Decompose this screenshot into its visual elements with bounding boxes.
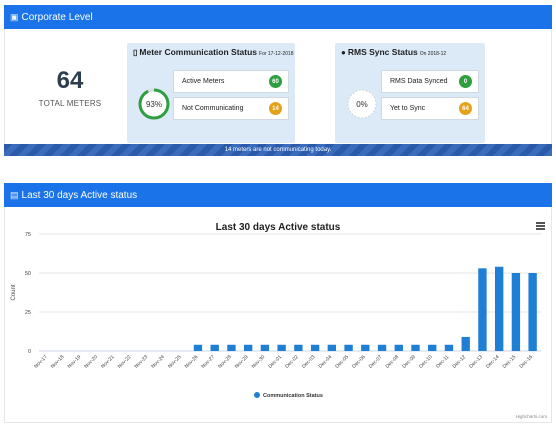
bar: [361, 344, 370, 351]
rms-data-synced-label: RMS Data Synced: [390, 78, 448, 85]
bar: [327, 344, 337, 351]
x-tick-label: Nov-21: [100, 354, 116, 370]
x-tick-label: Nov-22: [117, 354, 133, 370]
bar: [243, 344, 253, 351]
rms-sync-title: ● RMS Sync Status On 2018-12: [341, 47, 447, 57]
x-tick-label: Dec-09: [401, 354, 417, 370]
y-tick-label: 50: [25, 271, 31, 277]
bar: [294, 344, 303, 351]
active-status-chart: Last 30 days Active status 0 25 50 75 Count No…: [11, 222, 541, 399]
bar: [411, 344, 420, 351]
bar: [260, 344, 270, 351]
active-status-panel: Last 30 days Active status 0 25 50 75 Count No…: [4, 207, 552, 423]
bar: [193, 344, 203, 351]
active-meters-row[interactable]: Active Meters 60: [173, 70, 289, 93]
x-tick-label: Dec-11: [435, 354, 451, 370]
rms-data-synced-badge: 0: [459, 75, 472, 88]
meter-gauge-label: 93%: [145, 99, 162, 109]
y-axis-label: Count: [11, 284, 17, 300]
active-meters-label: Active Meters: [182, 78, 225, 85]
bar: [394, 344, 403, 351]
x-tick-label: Dec-12: [451, 354, 467, 370]
bar-chart-icon: ▤: [10, 189, 19, 200]
x-tick-label: Nov-18: [50, 354, 66, 370]
rms-data-synced-row[interactable]: RMS Data Synced 0: [381, 70, 479, 93]
bar: [277, 344, 286, 351]
y-tick-label: 75: [25, 232, 31, 238]
not-communicating-row[interactable]: Not Communicating 14: [173, 97, 289, 120]
bar: [444, 344, 454, 351]
bar: [528, 273, 537, 351]
bar: [461, 336, 470, 351]
corporate-level-header: ▣ Corporate Level: [4, 5, 552, 29]
active-meters-badge: 60: [269, 75, 282, 88]
corporate-level-panel: 64 TOTAL METERS ▯ Meter Communication Sta…: [4, 29, 552, 152]
x-tick-label: Dec-05: [334, 354, 350, 370]
x-tick-label: Dec-10: [418, 354, 434, 370]
x-tick-label: Nov-28: [217, 354, 233, 370]
x-tick-label: Nov-24: [150, 354, 166, 370]
rms-sync-date: On 2018-12: [419, 51, 447, 57]
x-tick-label: Nov-29: [234, 354, 250, 370]
yet-to-sync-badge: 64: [459, 102, 472, 115]
bar: [511, 273, 521, 351]
y-tick-label: 0: [28, 349, 31, 355]
bar: [478, 268, 487, 351]
active-status-header: ▤ Last 30 days Active status: [4, 183, 552, 207]
x-tick-label: Dec-14: [485, 354, 501, 370]
bar: [494, 266, 504, 351]
x-tick-label: Dec-06: [351, 354, 367, 370]
monitor-icon: ▣: [10, 11, 19, 22]
phone-icon: ▯: [133, 48, 138, 57]
yet-to-sync-row[interactable]: Yet to Sync 64: [381, 97, 479, 120]
bar: [227, 344, 236, 351]
meter-communication-card: ▯ Meter Communication Status For 17-12-201…: [127, 43, 295, 143]
not-communicating-badge: 14: [269, 102, 282, 115]
total-meters: 64 TOTAL METERS: [35, 67, 105, 109]
x-tick-label: Nov-30: [251, 354, 267, 370]
legend-label: Communication Status: [263, 393, 323, 399]
chart-title: Last 30 days Active status: [216, 222, 341, 233]
x-tick-label: Dec-04: [318, 354, 334, 370]
bar: [310, 344, 320, 351]
x-tick-label: Dec-08: [385, 354, 401, 370]
x-tick-label: Nov-23: [134, 354, 150, 370]
total-meters-label: TOTAL METERS: [38, 99, 102, 108]
x-tick-label: Dec-13: [468, 354, 484, 370]
rms-sync-card: ● RMS Sync Status On 2018-12 0% RMS Data S…: [335, 43, 485, 143]
x-tick-label: Dec-03: [301, 354, 317, 370]
bar: [210, 344, 219, 351]
not-communicating-alert[interactable]: 14 meters are not communicating today.: [4, 144, 552, 156]
yet-to-sync-label: Yet to Sync: [390, 105, 426, 112]
x-tick-label: Dec-02: [284, 354, 300, 370]
x-tick-label: Nov-19: [67, 354, 83, 370]
rms-gauge-label: 0%: [356, 99, 368, 109]
hamburger-menu-icon[interactable]: [536, 222, 545, 230]
bar: [428, 344, 437, 351]
bar: [344, 344, 353, 351]
x-tick-label: Dec-01: [267, 354, 283, 370]
x-tick-label: Dec-16: [518, 354, 534, 370]
chart-credits[interactable]: Highcharts.com: [516, 414, 547, 419]
x-tick-label: Nov-20: [83, 354, 99, 370]
y-tick-label: 25: [25, 310, 31, 316]
legend-marker: [254, 392, 260, 398]
user-icon: ●: [341, 48, 346, 57]
meter-communication-title: ▯ Meter Communication Status For 17-12-201…: [133, 47, 294, 57]
meter-communication-date: For 17-12-2018: [259, 51, 294, 57]
x-tick-label: Nov-27: [200, 354, 216, 370]
x-tick-label: Nov-26: [184, 354, 200, 370]
x-tick-label: Nov-17: [33, 354, 49, 370]
corporate-level-title: Corporate Level: [21, 11, 93, 23]
x-tick-label: Nov-25: [167, 354, 183, 370]
x-tick-label: Dec-07: [368, 354, 384, 370]
x-tick-label: Dec-15: [502, 354, 518, 370]
active-status-title: Last 30 days Active status: [21, 189, 138, 201]
not-communicating-label: Not Communicating: [182, 105, 244, 112]
bar: [377, 344, 387, 351]
total-meters-value: 64: [56, 67, 84, 94]
